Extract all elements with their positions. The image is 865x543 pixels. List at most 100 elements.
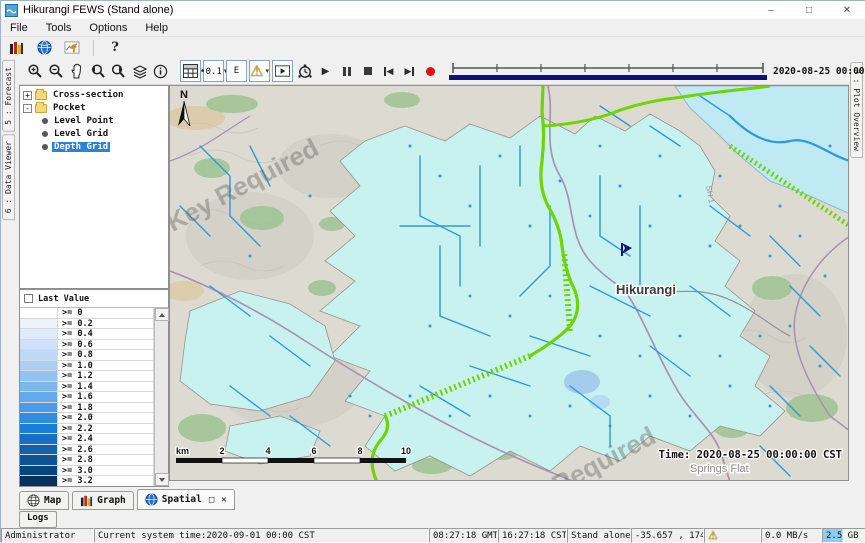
status-user: Administrator xyxy=(1,528,94,543)
maximize-button[interactable]: □ xyxy=(790,1,828,19)
record-button[interactable] xyxy=(420,60,441,82)
color-swatch xyxy=(20,392,58,402)
legend-row[interactable]: >= 1.2 xyxy=(20,371,154,382)
color-swatch xyxy=(20,445,58,455)
scale-ruler-button[interactable]: E xyxy=(226,60,247,82)
map-view[interactable]: API Key Required API Key Required Hikura… xyxy=(169,85,849,481)
legend-row[interactable]: >= 3.2 xyxy=(20,476,154,486)
logs-panel-icon[interactable] xyxy=(5,39,27,57)
play-button[interactable]: ▶ xyxy=(315,60,336,82)
status-mode: Stand alone xyxy=(567,528,631,543)
animation-timer-icon[interactable] xyxy=(294,60,315,82)
legend-row[interactable]: >= 0.4 xyxy=(20,329,154,340)
timeseries-chart-icon[interactable] xyxy=(61,39,83,57)
menu-bar: File Tools Options Help xyxy=(1,19,865,37)
timeline-date-label: 2020-08-25 00:00:00 CST xyxy=(773,66,865,77)
info-icon[interactable] xyxy=(150,60,171,82)
svg-text:10: 10 xyxy=(401,446,411,456)
legend-panel: Last Value >= 0 >= 0.2 >= 0.4 >= 0.6 >= … xyxy=(19,289,169,487)
color-swatch xyxy=(20,434,58,444)
menu-options[interactable]: Options xyxy=(80,22,136,34)
legend-row[interactable]: >= 1.8 xyxy=(20,403,154,414)
grid-display-button[interactable] xyxy=(180,60,201,82)
tab-close-icon[interactable]: ✕ xyxy=(221,495,226,505)
scroll-up-icon[interactable] xyxy=(155,308,169,321)
tree-item-level-point[interactable]: Level Point xyxy=(20,115,168,127)
color-swatch xyxy=(20,476,58,486)
map-time-overlay: Time: 2020-08-25 00:00:00 CST xyxy=(659,449,842,461)
legend-row[interactable]: >= 2.8 xyxy=(20,455,154,466)
tab-forecast[interactable]: 5 : Forecast xyxy=(2,60,15,132)
zoom-next-icon[interactable] xyxy=(108,60,129,82)
legend-row[interactable]: >= 2.4 xyxy=(20,434,154,445)
warnings-dropdown[interactable]: ⚠ ▾ xyxy=(249,60,270,82)
step-forward-button[interactable]: ▶ xyxy=(399,60,420,82)
pause-button[interactable] xyxy=(336,60,357,82)
legend-row[interactable]: >= 2.6 xyxy=(20,445,154,456)
tree-item-cross-section[interactable]: + Cross-section xyxy=(20,89,168,101)
tree-item-depth-grid[interactable]: Depth Grid xyxy=(20,141,168,153)
step-back-button[interactable]: ◀ xyxy=(378,60,399,82)
toolbar-separator xyxy=(93,40,94,56)
help-button[interactable]: ? xyxy=(104,39,126,57)
color-swatch xyxy=(20,424,58,434)
legend-row[interactable]: >= 0.6 xyxy=(20,340,154,351)
color-swatch xyxy=(20,340,58,350)
pan-hand-icon[interactable] xyxy=(66,60,87,82)
spatial-display-globe-icon[interactable] xyxy=(33,39,55,57)
legend-row[interactable]: >= 2.0 xyxy=(20,413,154,424)
time-slider[interactable] xyxy=(449,61,767,81)
stop-button[interactable] xyxy=(357,60,378,82)
legend-scrollbar[interactable] xyxy=(154,308,168,486)
animation-export-button[interactable] xyxy=(272,60,293,82)
stop-icon xyxy=(364,67,372,75)
graph-bars-icon xyxy=(80,495,93,507)
expand-icon[interactable]: + xyxy=(23,91,32,100)
legend-row[interactable]: >= 2.2 xyxy=(20,424,154,435)
zoom-previous-icon[interactable] xyxy=(87,60,108,82)
legend-row[interactable]: >= 0 xyxy=(20,308,154,319)
map-globe-icon xyxy=(27,494,40,507)
tab-maximize-icon[interactable]: □ xyxy=(209,495,214,505)
menu-file[interactable]: File xyxy=(1,22,37,34)
node-bullet-icon xyxy=(42,118,48,124)
menu-help[interactable]: Help xyxy=(136,22,177,34)
color-swatch xyxy=(20,361,58,371)
warning-icon: ⚠ xyxy=(250,64,263,79)
zoom-in-icon[interactable] xyxy=(24,60,45,82)
tab-data-viewer[interactable]: 6 : Data Viewer xyxy=(2,134,15,220)
menu-tools[interactable]: Tools xyxy=(37,22,81,34)
last-value-checkbox[interactable] xyxy=(24,294,33,303)
legend-row[interactable]: >= 1.6 xyxy=(20,392,154,403)
tab-spatial[interactable]: Spatial □ ✕ xyxy=(137,489,235,510)
tree-item-pocket[interactable]: - Pocket xyxy=(20,102,168,114)
color-swatch xyxy=(20,329,58,339)
tab-map[interactable]: Map xyxy=(19,491,69,510)
spatial-globe-icon xyxy=(145,493,158,506)
legend-row[interactable]: >= 1.4 xyxy=(20,382,154,393)
legend-rows: >= 0 >= 0.2 >= 0.4 >= 0.6 >= 0.8 >= 1.0 … xyxy=(20,308,154,486)
legend-row[interactable]: >= 1.0 xyxy=(20,361,154,372)
legend-row[interactable]: >= 0.8 xyxy=(20,350,154,361)
color-swatch xyxy=(20,466,58,476)
contour-interval-dropdown[interactable]: •0.1 ▾ xyxy=(203,60,224,82)
pause-icon xyxy=(343,67,351,76)
svg-text:N: N xyxy=(180,89,188,101)
close-button[interactable]: ✕ xyxy=(828,1,865,19)
legend-row[interactable]: >= 3.0 xyxy=(20,466,154,477)
zoom-out-icon[interactable] xyxy=(45,60,66,82)
color-swatch xyxy=(20,308,58,318)
minimize-button[interactable]: – xyxy=(752,1,790,19)
tab-graph[interactable]: Graph xyxy=(72,491,134,510)
collapse-icon[interactable]: - xyxy=(23,104,32,113)
right-tab-strip: 3 : Plot Overview xyxy=(849,58,865,528)
folder-icon xyxy=(35,91,47,100)
record-icon xyxy=(426,67,435,76)
status-coordinates: -35.657 , 174.199 xyxy=(631,528,704,543)
scroll-down-icon[interactable] xyxy=(155,473,169,486)
layers-icon[interactable] xyxy=(129,60,150,82)
tree-item-level-grid[interactable]: Level Grid xyxy=(20,128,168,140)
legend-row[interactable]: >= 0.2 xyxy=(20,319,154,330)
logs-button[interactable]: Logs xyxy=(19,511,57,528)
node-bullet-icon xyxy=(42,131,48,137)
